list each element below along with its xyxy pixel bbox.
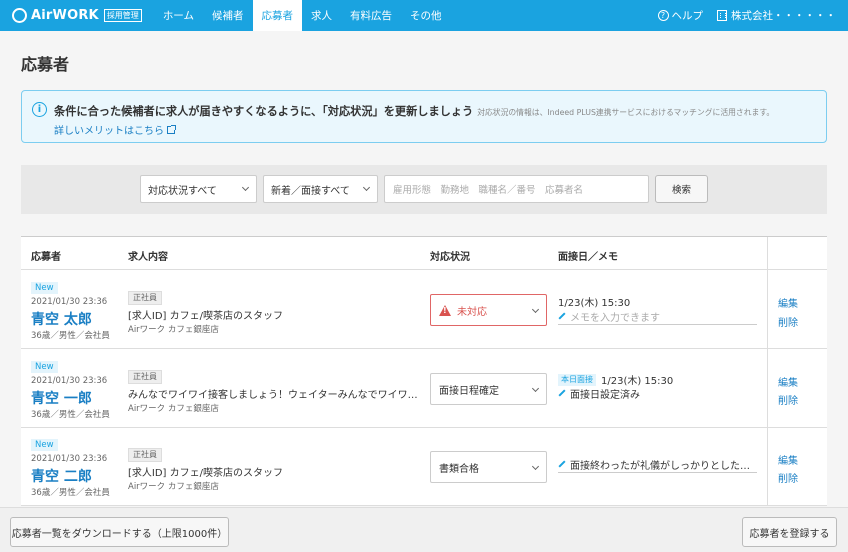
help-label: ヘルプ bbox=[671, 10, 704, 22]
status-filter-value: 対応状況すべて bbox=[148, 185, 217, 197]
applicant-meta: 36歳／男性／会社員 bbox=[31, 331, 110, 341]
status-value: 書類合格 bbox=[439, 463, 479, 475]
chevron-down-icon bbox=[531, 305, 540, 314]
nav-paid-ads[interactable]: 有料広告 bbox=[341, 0, 401, 31]
info-message: 条件に合った候補者に求人が届きやすくなるように、「対応状況」を更新しましょう 対応… bbox=[54, 103, 774, 119]
header-job: 求人内容 bbox=[128, 252, 168, 263]
logo-badge: 採用管理 bbox=[103, 9, 142, 22]
interview-date: 1/23(木) 15:30 bbox=[558, 294, 630, 309]
search-placeholder: 雇用形態 勤務地 職種名／番号 応募者名 bbox=[393, 185, 584, 196]
header-applicant: 応募者 bbox=[31, 252, 61, 263]
nav-applicants[interactable]: 応募者 bbox=[252, 0, 302, 31]
warning-icon bbox=[439, 304, 451, 316]
external-link-icon bbox=[167, 124, 176, 134]
table-row: New 2021/01/30 23:36 青空 太郎 36歳／男性／会社員 正社… bbox=[21, 271, 827, 349]
store-name: Airワーク カフェ銀座店 bbox=[128, 404, 219, 414]
filter-bar: 対応状況すべて 新着／面接すべて 雇用形態 勤務地 職種名／番号 応募者名 検索 bbox=[21, 165, 827, 214]
chevron-down-icon bbox=[531, 462, 540, 471]
info-link-label: 詳しいメリットはこちら bbox=[54, 126, 164, 137]
job-title: みんなでワイワイ接客しましょう！ウェイターみんなでワイワイ接… bbox=[128, 390, 420, 401]
new-badge: New bbox=[31, 282, 58, 294]
status-filter-select[interactable]: 対応状況すべて bbox=[140, 175, 257, 203]
logo-text: AirWORK bbox=[31, 8, 99, 23]
info-main-text: 条件に合った候補者に求人が届きやすくなるように、「対応状況」を更新しましょう bbox=[54, 105, 474, 118]
memo-text: メモを入力できます bbox=[570, 312, 660, 324]
new-badge: New bbox=[31, 439, 58, 451]
memo-field[interactable]: 面接日設定済み bbox=[558, 385, 757, 402]
info-icon: i bbox=[32, 102, 47, 117]
memo-text: 面接日設定済み bbox=[570, 389, 640, 401]
footer-bar: 応募者一覧をダウンロードする（上限1000件） 応募者を登録する bbox=[0, 507, 848, 552]
building-icon bbox=[717, 10, 727, 21]
table-row: New 2021/01/30 23:36 青空 一郎 36歳／男性／会社員 正社… bbox=[21, 350, 827, 428]
pencil-icon bbox=[558, 389, 566, 397]
search-button[interactable]: 検索 bbox=[655, 175, 708, 203]
table-row: New 2021/01/30 23:36 青空 二郎 36歳／男性／会社員 正社… bbox=[21, 428, 827, 506]
pencil-icon bbox=[558, 460, 566, 468]
header-interview-memo: 面接日／メモ bbox=[558, 252, 618, 263]
info-sub-text: 対応状況の情報は、Indeed PLUS連携サービスにおけるマッチングに活用され… bbox=[477, 108, 775, 117]
applicant-meta: 36歳／男性／会社員 bbox=[31, 488, 110, 498]
nav-right: ? ヘルプ 株式会社・・・・・・ bbox=[657, 8, 848, 23]
interview-datetime: 1/23(木) 15:30 bbox=[558, 298, 631, 309]
job-title: [求人ID] カフェ/喫茶店のスタッフ bbox=[128, 311, 283, 322]
today-interview-badge: 本日面接 bbox=[558, 373, 596, 386]
company-name: 株式会社・・・・・・ bbox=[731, 10, 836, 22]
memo-field[interactable]: 面接終わったが礼儀がしっかりとしたいい… bbox=[558, 456, 757, 473]
memo-field[interactable]: メモを入力できます bbox=[558, 308, 757, 325]
applied-date: 2021/01/30 23:36 bbox=[31, 297, 108, 307]
info-banner: i 条件に合った候補者に求人が届きやすくなるように、「対応状況」を更新しましょう… bbox=[21, 90, 827, 143]
page-title: 応募者 bbox=[21, 55, 70, 74]
edit-link[interactable]: 編集 bbox=[778, 295, 798, 310]
info-link[interactable]: 詳しいメリットはこちら bbox=[54, 122, 176, 137]
delete-link[interactable]: 削除 bbox=[778, 392, 798, 407]
employment-tag: 正社員 bbox=[128, 448, 162, 462]
header-status: 対応状況 bbox=[430, 252, 470, 263]
delete-link[interactable]: 削除 bbox=[778, 470, 798, 485]
job-title: [求人ID] カフェ/喫茶店のスタッフ bbox=[128, 468, 283, 479]
applicant-meta: 36歳／男性／会社員 bbox=[31, 410, 110, 420]
type-filter-select[interactable]: 新着／面接すべて bbox=[263, 175, 378, 203]
register-applicant-button[interactable]: 応募者を登録する bbox=[742, 517, 837, 547]
nav-home[interactable]: ホーム bbox=[154, 0, 203, 31]
applicant-name[interactable]: 青空 二郎 bbox=[31, 466, 92, 486]
download-button[interactable]: 応募者一覧をダウンロードする（上限1000件） bbox=[10, 517, 229, 547]
applied-date: 2021/01/30 23:36 bbox=[31, 454, 108, 464]
applicant-name[interactable]: 青空 太郎 bbox=[31, 309, 92, 329]
delete-link[interactable]: 削除 bbox=[778, 314, 798, 329]
applicant-name[interactable]: 青空 一郎 bbox=[31, 388, 92, 408]
status-value: 面接日程確定 bbox=[439, 385, 499, 397]
nav-jobs[interactable]: 求人 bbox=[302, 0, 341, 31]
store-name: Airワーク カフェ銀座店 bbox=[128, 482, 219, 492]
help-link[interactable]: ? ヘルプ bbox=[657, 8, 704, 23]
applied-date: 2021/01/30 23:36 bbox=[31, 376, 108, 386]
nav-other[interactable]: その他 bbox=[401, 0, 451, 31]
edit-link[interactable]: 編集 bbox=[778, 374, 798, 389]
top-nav: AirWORK 採用管理 ホーム 候補者 応募者 求人 有料広告 その他 ? ヘ… bbox=[0, 0, 848, 31]
company-menu[interactable]: 株式会社・・・・・・ bbox=[717, 8, 836, 23]
employment-tag: 正社員 bbox=[128, 370, 162, 384]
app-logo[interactable]: AirWORK 採用管理 bbox=[12, 8, 142, 23]
status-select[interactable]: 未対応 bbox=[430, 294, 547, 326]
question-icon: ? bbox=[657, 10, 669, 21]
status-select[interactable]: 書類合格 bbox=[430, 451, 547, 483]
status-select[interactable]: 面接日程確定 bbox=[430, 373, 547, 405]
nav-candidates[interactable]: 候補者 bbox=[203, 0, 253, 31]
type-filter-value: 新着／面接すべて bbox=[271, 185, 350, 197]
applicants-table: 応募者 求人内容 対応状況 面接日／メモ New 2021/01/30 23:3… bbox=[21, 236, 827, 506]
search-input[interactable]: 雇用形態 勤務地 職種名／番号 応募者名 bbox=[384, 175, 649, 203]
chevron-down-icon bbox=[241, 183, 250, 192]
logo-icon bbox=[12, 8, 27, 23]
status-value: 未対応 bbox=[457, 306, 487, 318]
table-header: 応募者 求人内容 対応状況 面接日／メモ bbox=[21, 237, 827, 270]
chevron-down-icon bbox=[531, 384, 540, 393]
edit-link[interactable]: 編集 bbox=[778, 452, 798, 467]
pencil-icon bbox=[558, 312, 566, 320]
employment-tag: 正社員 bbox=[128, 291, 162, 305]
chevron-down-icon bbox=[362, 183, 371, 192]
new-badge: New bbox=[31, 361, 58, 373]
memo-text: 面接終わったが礼儀がしっかりとしたいい… bbox=[570, 460, 757, 472]
store-name: Airワーク カフェ銀座店 bbox=[128, 325, 219, 335]
